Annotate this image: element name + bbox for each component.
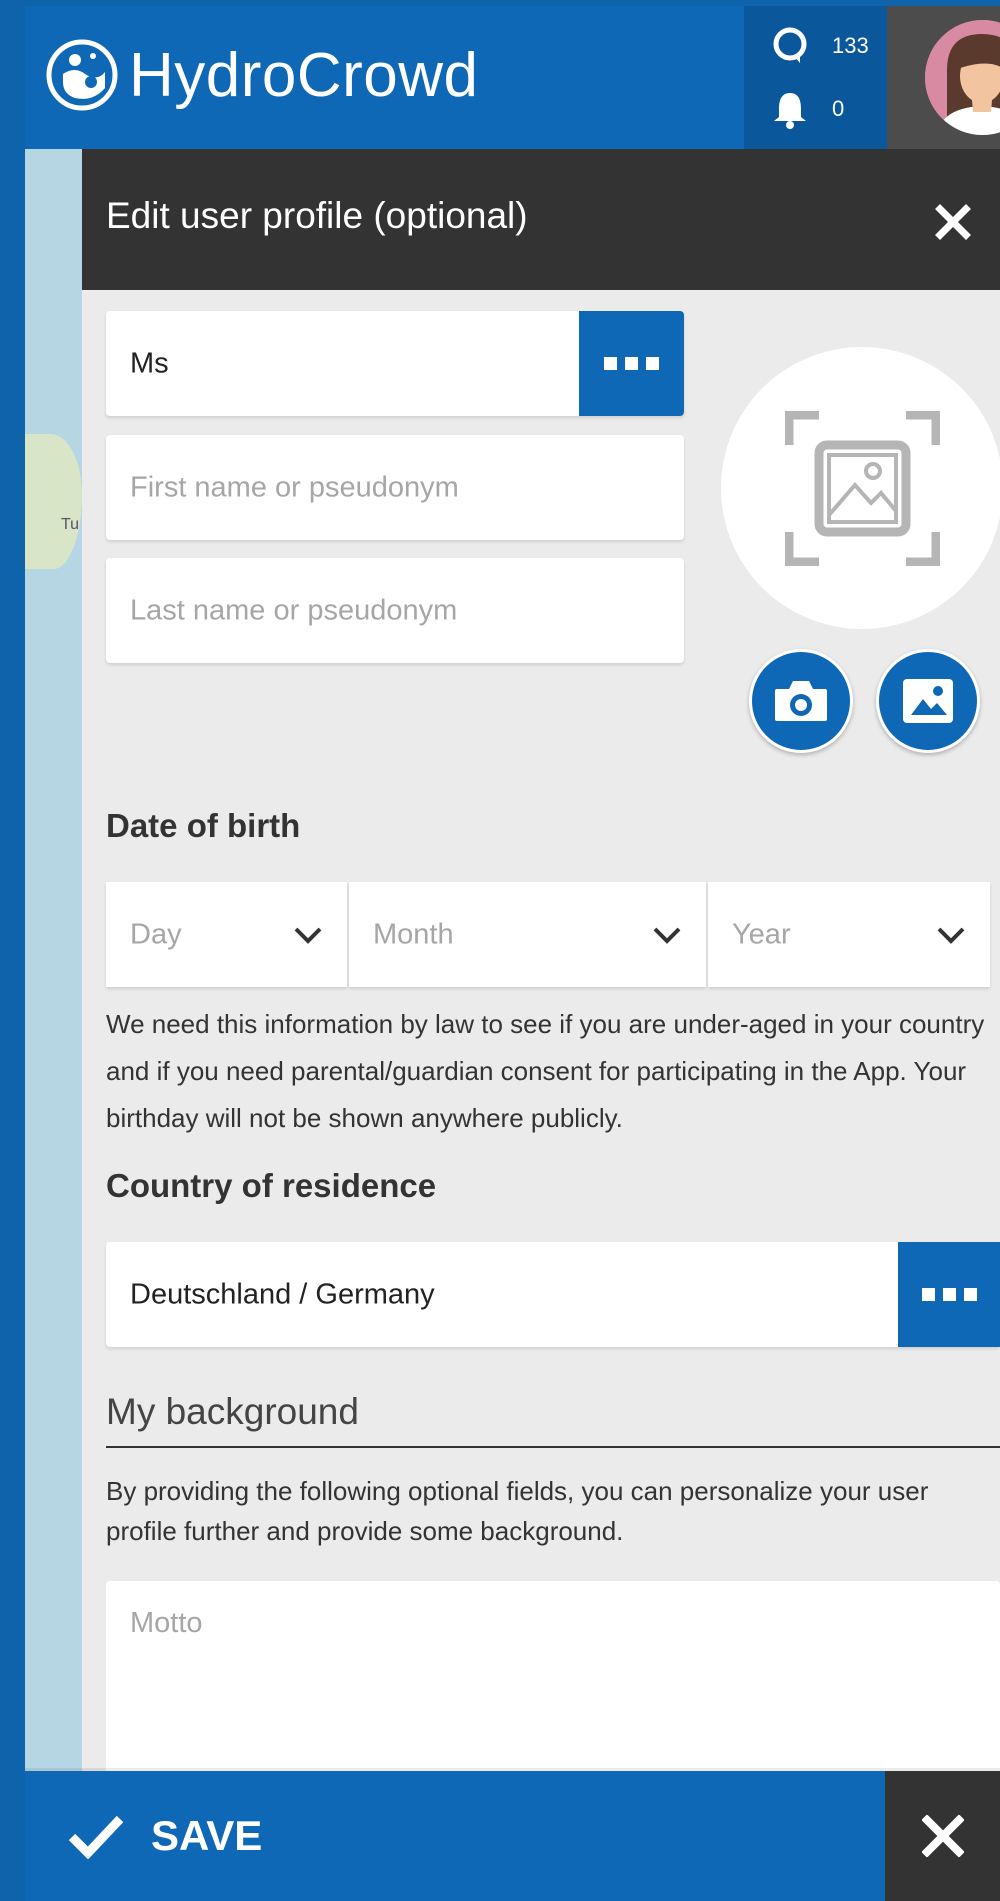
profile-photo[interactable]	[721, 347, 1000, 629]
panel-title: Edit user profile (optional)	[106, 195, 528, 236]
save-button[interactable]: SAVE	[25, 1771, 885, 1901]
motto-field[interactable]: Motto	[106, 1581, 1000, 1771]
salutation-options-button[interactable]	[579, 311, 684, 416]
checkmark-icon	[68, 1815, 124, 1859]
speech-bubble-icon	[760, 26, 820, 66]
chevron-down-icon	[294, 927, 322, 944]
section-divider	[106, 1446, 1000, 1448]
user-avatar-button[interactable]	[887, 6, 1000, 149]
hydrocrowd-logo-icon	[46, 39, 118, 111]
country-value: Deutschland / Germany	[130, 1278, 435, 1310]
first-name-placeholder: First name or pseudonym	[130, 471, 459, 503]
salutation-value: Ms	[130, 347, 169, 379]
notification-stats: 133 0	[744, 6, 887, 149]
gallery-button[interactable]	[876, 649, 980, 753]
image-placeholder-icon	[785, 411, 940, 566]
panel-header: Edit user profile (optional)	[82, 149, 1000, 290]
dob-heading: Date of birth	[106, 807, 301, 844]
motto-placeholder: Motto	[130, 1607, 203, 1639]
cancel-button[interactable]	[885, 1771, 1000, 1901]
footer-bar: SAVE	[25, 1771, 1000, 1901]
close-icon[interactable]	[935, 204, 971, 240]
edit-profile-panel: Edit user profile (optional) Ms First na…	[82, 149, 1000, 1771]
first-name-field[interactable]: First name or pseudonym	[106, 435, 684, 540]
map-label: Tu	[61, 516, 80, 533]
country-field[interactable]: Deutschland / Germany	[106, 1242, 1000, 1347]
dob-note: We need this information by law to see i…	[106, 1009, 985, 1133]
last-name-placeholder: Last name or pseudonym	[130, 594, 458, 626]
app-logo[interactable]: HydroCrowd	[45, 38, 479, 112]
gallery-icon	[903, 679, 953, 723]
messages-count: 133	[832, 33, 869, 58]
last-name-field[interactable]: Last name or pseudonym	[106, 558, 684, 663]
messages-stat[interactable]: 133	[744, 16, 887, 76]
save-label: SAVE	[151, 1812, 263, 1859]
notifications-count: 0	[832, 96, 845, 121]
avatar	[925, 20, 1000, 135]
day-placeholder: Day	[130, 918, 182, 950]
country-heading: Country of residence	[106, 1167, 437, 1204]
map-background[interactable]: Tu	[25, 149, 82, 1771]
month-placeholder: Month	[373, 918, 454, 950]
background-description: By providing the following optional fiel…	[106, 1476, 929, 1546]
chevron-down-icon	[937, 927, 965, 944]
window-frame-left	[0, 0, 25, 1901]
day-select[interactable]: Day	[106, 882, 347, 987]
notifications-stat[interactable]: 0	[744, 79, 887, 139]
country-options-button[interactable]	[898, 1242, 1000, 1347]
salutation-field[interactable]: Ms	[106, 311, 684, 416]
chevron-down-icon	[653, 927, 681, 944]
app-name: HydroCrowd	[129, 40, 479, 110]
camera-icon	[775, 681, 827, 721]
year-placeholder: Year	[732, 918, 791, 950]
background-section-title: My background	[106, 1391, 359, 1432]
map-land	[25, 434, 82, 569]
camera-button[interactable]	[749, 649, 853, 753]
year-select[interactable]: Year	[708, 882, 990, 987]
bell-icon	[760, 89, 820, 129]
month-select[interactable]: Month	[349, 882, 706, 987]
app-header: HydroCrowd 133 0	[25, 6, 1000, 149]
close-icon	[921, 1815, 964, 1857]
